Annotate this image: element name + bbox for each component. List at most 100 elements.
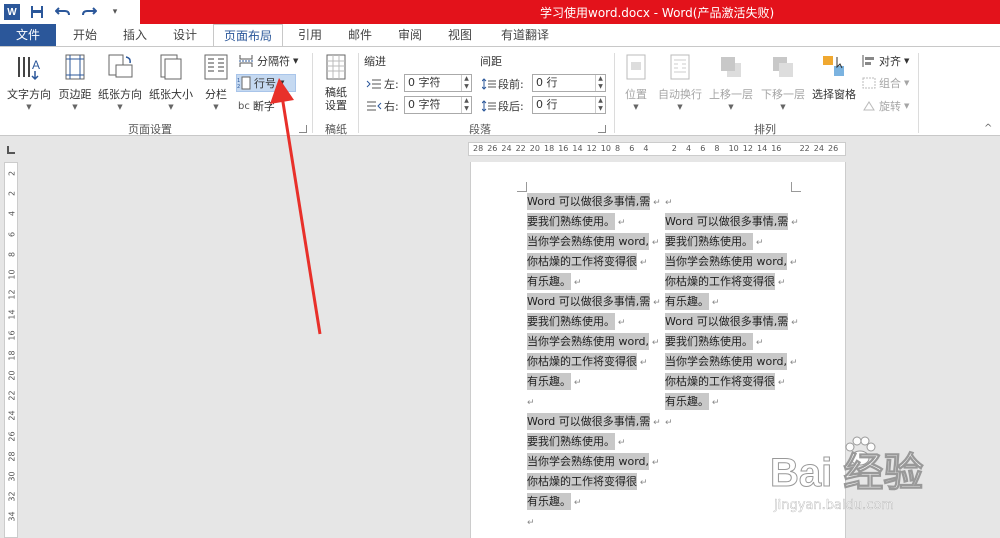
margins-button[interactable]: 页边距 ▼ — [55, 53, 95, 111]
selected-text[interactable]: 要我们熟练使用。 — [527, 213, 615, 230]
selected-text[interactable]: 有乐趣。 — [665, 293, 709, 310]
selected-text[interactable]: 当你学会熟练使用 word, — [527, 233, 650, 250]
hyphenation-button[interactable]: bc 断字 — [238, 97, 275, 115]
tab-youdao[interactable]: 有道翻译 — [490, 24, 560, 46]
document-line[interactable]: 有乐趣。 ↵ — [665, 392, 791, 412]
spinner-icon[interactable]: ▲ ▼ — [595, 75, 605, 91]
draft-settings-button[interactable]: 稿纸设置 — [318, 53, 354, 112]
document-line[interactable]: Word 可以做很多事情,需 ↵ — [665, 312, 799, 332]
document-line[interactable]: ↵ — [527, 512, 653, 532]
line-numbers-button[interactable]: 12 行号 ▼ — [236, 74, 296, 92]
selected-text[interactable]: 你枯燥的工作将变得很 — [527, 353, 637, 370]
tab-stop-icon[interactable] — [7, 146, 15, 154]
position-button[interactable]: 位置 ▼ — [618, 53, 654, 111]
size-button[interactable]: 纸张大小 ▼ — [146, 53, 196, 111]
tab-references[interactable]: 引用 — [288, 24, 332, 46]
tab-review[interactable]: 审阅 — [388, 24, 432, 46]
selected-text[interactable]: 要我们熟练使用。 — [665, 333, 753, 350]
orientation-button[interactable]: 纸张方向 ▼ — [96, 53, 144, 111]
bring-forward-button[interactable]: 上移一层 ▼ — [706, 53, 756, 111]
selected-text[interactable]: 要我们熟练使用。 — [665, 233, 753, 250]
document-line[interactable]: 有乐趣。 ↵ — [665, 292, 791, 312]
spinner-icon[interactable]: ▲ ▼ — [595, 97, 605, 113]
document-line[interactable]: 要我们熟练使用。 ↵ — [665, 232, 791, 252]
wrap-text-button[interactable]: 自动换行 ▼ — [656, 53, 704, 111]
text-column-2[interactable]: ↵ Word 可以做很多事情,需 ↵ 要我们熟练使用。 ↵ 当你学会熟练使用 word… — [665, 192, 799, 432]
selected-text[interactable]: Word 可以做很多事情,需 — [527, 413, 651, 430]
document-line[interactable]: 你枯燥的工作将变得很 ↵ — [527, 252, 653, 272]
selected-text[interactable]: 当你学会熟练使用 word, — [527, 333, 650, 350]
text-column-1[interactable]: Word 可以做很多事情,需 ↵ 要我们熟练使用。 ↵ 当你学会熟练使用 word,… — [527, 192, 661, 532]
customize-icon[interactable]: ▾ — [106, 3, 124, 21]
tab-file[interactable]: 文件 — [0, 24, 56, 46]
selected-text[interactable]: Word 可以做很多事情,需 — [665, 213, 789, 230]
spinner-icon[interactable]: ▲ ▼ — [461, 97, 471, 113]
breaks-button[interactable]: 分隔符 ▼ — [238, 52, 298, 70]
document-line[interactable]: 你枯燥的工作将变得很 ↵ — [665, 372, 791, 392]
selected-text[interactable]: 有乐趣。 — [527, 493, 571, 510]
document-line[interactable]: 要我们熟练使用。 ↵ — [527, 312, 653, 332]
document-line[interactable]: 当你学会熟练使用 word, ↵ — [665, 352, 797, 372]
document-line[interactable]: 要我们熟练使用。 ↵ — [527, 212, 653, 232]
selection-pane-button[interactable]: 选择窗格 — [808, 53, 860, 102]
document-line[interactable]: 当你学会熟练使用 word, ↵ — [527, 452, 659, 472]
document-line[interactable]: Word 可以做很多事情,需 ↵ — [527, 412, 661, 432]
document-line[interactable]: 当你学会熟练使用 word, ↵ — [665, 252, 797, 272]
vertical-ruler[interactable]: 2 2 4 6 8 10 12 14 16 18 20 22 24 26 28 30 32 34 — [4, 162, 18, 538]
indent-left-input[interactable]: 0 字符 ▲ ▼ — [404, 74, 472, 92]
indent-right-input[interactable]: 0 字符 ▲ ▼ — [404, 96, 472, 114]
document-line[interactable]: Word 可以做很多事情,需 ↵ — [527, 292, 661, 312]
selected-text[interactable]: 你枯燥的工作将变得很 — [665, 373, 775, 390]
selected-text[interactable]: 你枯燥的工作将变得很 — [665, 273, 775, 290]
tab-home[interactable]: 开始 — [62, 24, 108, 46]
document-line[interactable]: 要我们熟练使用。 ↵ — [665, 332, 791, 352]
horizontal-ruler[interactable]: 28 26 24 22 20 18 16 14 12 10 8 6 4 2 4 6 8 10 12 14 16 22 24 2… — [468, 142, 846, 156]
send-backward-button[interactable]: 下移一层 ▼ — [758, 53, 808, 111]
document-line[interactable]: Word 可以做很多事情,需 ↵ — [527, 192, 661, 212]
document-line[interactable]: ↵ — [527, 392, 653, 412]
align-button[interactable]: 对齐 ▼ — [862, 52, 909, 70]
selected-text[interactable]: Word 可以做很多事情,需 — [665, 313, 789, 330]
document-line[interactable]: ↵ — [665, 192, 791, 212]
document-line[interactable]: ↵ — [665, 412, 791, 432]
spacing-after-input[interactable]: 0 行 ▲ ▼ — [532, 96, 606, 114]
document-line[interactable]: 你枯燥的工作将变得很 ↵ — [665, 272, 791, 292]
columns-button[interactable]: 分栏 ▼ — [198, 53, 234, 111]
spinner-icon[interactable]: ▲ ▼ — [461, 75, 471, 91]
selected-text[interactable]: 当你学会熟练使用 word, — [665, 253, 788, 270]
collapse-ribbon-icon[interactable]: ^ — [984, 123, 992, 134]
selected-text[interactable]: 你枯燥的工作将变得很 — [527, 253, 637, 270]
selected-text[interactable]: 要我们熟练使用。 — [527, 433, 615, 450]
document-line[interactable]: 有乐趣。 ↵ — [527, 272, 653, 292]
selected-text[interactable]: 当你学会熟练使用 word, — [665, 353, 788, 370]
document-line[interactable]: 你枯燥的工作将变得很 ↵ — [527, 352, 653, 372]
page-setup-launcher-icon[interactable] — [299, 125, 307, 133]
document-line[interactable]: 你枯燥的工作将变得很 ↵ — [527, 472, 653, 492]
tab-page-layout[interactable]: 页面布局 — [213, 24, 283, 47]
word-logo-icon[interactable]: W — [4, 4, 20, 20]
tab-insert[interactable]: 插入 — [112, 24, 158, 46]
document-line[interactable]: 要我们熟练使用。 ↵ — [527, 432, 653, 452]
group-button[interactable]: 组合 ▼ — [862, 74, 909, 92]
text-direction-button[interactable]: A 文字方向 ▼ — [4, 53, 54, 111]
document-line[interactable]: 当你学会熟练使用 word, ↵ — [527, 332, 659, 352]
document-line[interactable]: 有乐趣。 ↵ — [527, 492, 653, 512]
undo-icon[interactable] — [54, 3, 72, 21]
selected-text[interactable]: Word 可以做很多事情,需 — [527, 193, 651, 210]
selected-text[interactable]: 你枯燥的工作将变得很 — [527, 473, 637, 490]
selected-text[interactable]: 要我们熟练使用。 — [527, 313, 615, 330]
tab-view[interactable]: 视图 — [438, 24, 482, 46]
selected-text[interactable]: 当你学会熟练使用 word, — [527, 453, 650, 470]
selected-text[interactable]: Word 可以做很多事情,需 — [527, 293, 651, 310]
document-line[interactable]: Word 可以做很多事情,需 ↵ — [665, 212, 799, 232]
tab-mailings[interactable]: 邮件 — [338, 24, 382, 46]
rotate-button[interactable]: 旋转 ▼ — [862, 97, 909, 115]
spacing-before-input[interactable]: 0 行 ▲ ▼ — [532, 74, 606, 92]
selected-text[interactable]: 有乐趣。 — [527, 273, 571, 290]
document-line[interactable]: 当你学会熟练使用 word, ↵ — [527, 232, 659, 252]
paragraph-launcher-icon[interactable] — [598, 125, 606, 133]
save-icon[interactable] — [28, 3, 46, 21]
selected-text[interactable]: 有乐趣。 — [665, 393, 709, 410]
tab-design[interactable]: 设计 — [162, 24, 208, 46]
document-line[interactable]: 有乐趣。 ↵ — [527, 372, 653, 392]
